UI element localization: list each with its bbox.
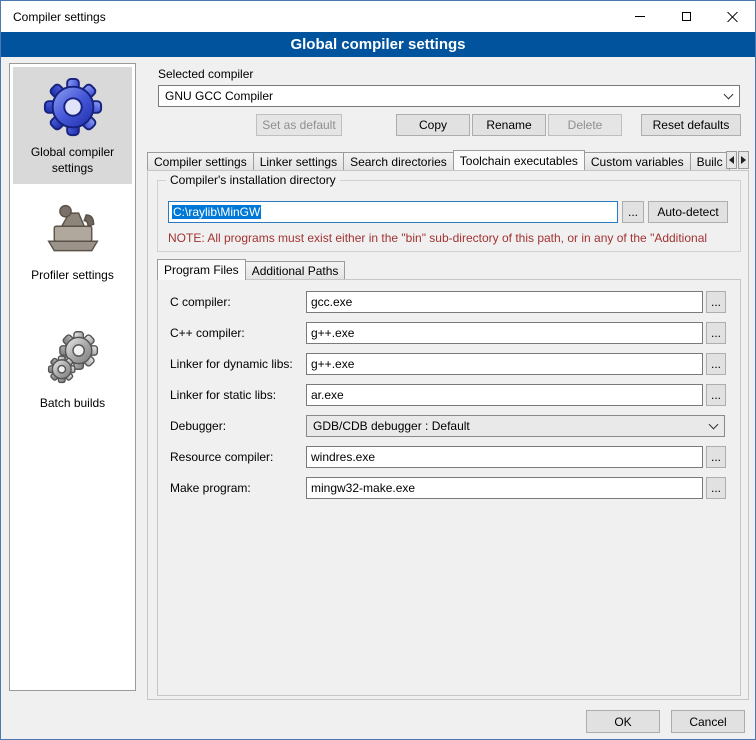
- tab-scroll-right-button[interactable]: [738, 151, 749, 169]
- delete-button: Delete: [548, 114, 622, 136]
- compiler-select-value: GNU GCC Compiler: [165, 89, 273, 103]
- compiler-select[interactable]: GNU GCC Compiler: [158, 85, 740, 107]
- reset-defaults-button[interactable]: Reset defaults: [641, 114, 741, 136]
- debugger-label: Debugger:: [170, 415, 226, 437]
- tab-custom-variables[interactable]: Custom variables: [584, 152, 691, 170]
- sidebar-item-batch-builds[interactable]: Batch builds: [13, 318, 132, 420]
- install-dir-value: C:\raylib\MinGW: [172, 205, 261, 219]
- field-row: C++ compiler: ...: [170, 322, 728, 344]
- toolchain-executables-panel: Compiler's installation directory C:\ray…: [147, 170, 749, 700]
- resource-compiler-input[interactable]: [306, 446, 703, 468]
- tab-build-options[interactable]: Builc: [690, 152, 730, 170]
- sidebar-item-profiler-settings[interactable]: Profiler settings: [13, 190, 132, 292]
- profiler-tool-icon: [41, 198, 105, 262]
- cancel-button[interactable]: Cancel: [671, 710, 745, 733]
- chevron-down-icon: [702, 416, 724, 436]
- field-row: C compiler: ...: [170, 291, 728, 313]
- resource-compiler-label: Resource compiler:: [170, 446, 273, 468]
- install-dir-input[interactable]: C:\raylib\MinGW: [168, 201, 618, 223]
- cpp-compiler-input[interactable]: [306, 322, 703, 344]
- tab-linker-settings[interactable]: Linker settings: [253, 152, 344, 170]
- install-dir-group-title: Compiler's installation directory: [166, 173, 340, 187]
- set-as-default-button: Set as default: [256, 114, 342, 136]
- field-row: Linker for dynamic libs: ...: [170, 353, 728, 375]
- close-button[interactable]: [709, 1, 755, 32]
- compiler-settings-window: Compiler settings Global compiler settin…: [0, 0, 756, 740]
- autodetect-button[interactable]: Auto-detect: [648, 201, 728, 223]
- c-compiler-input[interactable]: [306, 291, 703, 313]
- install-dir-row: C:\raylib\MinGW ... Auto-detect: [168, 201, 728, 223]
- c-compiler-label: C compiler:: [170, 291, 231, 313]
- subtab-additional-paths[interactable]: Additional Paths: [245, 261, 346, 279]
- field-row: Linker for static libs: ...: [170, 384, 728, 406]
- make-program-browse-button[interactable]: ...: [706, 477, 726, 499]
- sidebar-item-global-compiler-settings[interactable]: Global compiler settings: [13, 67, 132, 184]
- close-icon: [726, 11, 738, 23]
- tab-toolchain-executables[interactable]: Toolchain executables: [453, 150, 585, 170]
- make-program-input[interactable]: [306, 477, 703, 499]
- cpp-compiler-browse-button[interactable]: ...: [706, 322, 726, 344]
- tab-scroll-left-button[interactable]: [726, 151, 737, 169]
- copy-button[interactable]: Copy: [396, 114, 470, 136]
- subtab-strip: Program Files Additional Paths: [157, 259, 344, 279]
- maximize-icon: [682, 12, 691, 21]
- static-libs-linker-browse-button[interactable]: ...: [706, 384, 726, 406]
- subtab-program-files[interactable]: Program Files: [157, 259, 246, 280]
- tab-compiler-settings[interactable]: Compiler settings: [147, 152, 254, 170]
- sidebar-item-label: Profiler settings: [31, 268, 114, 284]
- dynamic-libs-linker-label: Linker for dynamic libs:: [170, 353, 293, 375]
- tab-strip: Compiler settings Linker settings Search…: [147, 150, 749, 170]
- dynamic-libs-linker-input[interactable]: [306, 353, 703, 375]
- field-row: Make program: ...: [170, 477, 728, 499]
- dynamic-libs-linker-browse-button[interactable]: ...: [706, 353, 726, 375]
- global-settings-gear-icon: [41, 75, 105, 139]
- titlebar[interactable]: Compiler settings: [1, 1, 755, 32]
- program-files-panel: C compiler: ... C++ compiler: ... Linker…: [157, 279, 741, 696]
- static-libs-linker-label: Linker for static libs:: [170, 384, 276, 406]
- make-program-label: Make program:: [170, 477, 251, 499]
- debugger-select-value: GDB/CDB debugger : Default: [313, 419, 470, 433]
- window-controls: [617, 1, 755, 32]
- triangle-right-icon: [741, 156, 746, 164]
- tab-scroll-buttons: [725, 151, 749, 169]
- sidebar: Global compiler settings Profiler settin…: [9, 63, 136, 691]
- minimize-icon: [635, 16, 645, 17]
- debugger-select[interactable]: GDB/CDB debugger : Default: [306, 415, 725, 437]
- dialog-header-title: Global compiler settings: [290, 36, 465, 53]
- static-libs-linker-input[interactable]: [306, 384, 703, 406]
- sidebar-item-label: Global compiler settings: [15, 145, 130, 176]
- chevron-down-icon: [717, 86, 739, 106]
- install-dir-browse-button[interactable]: ...: [622, 201, 644, 223]
- install-dir-note: NOTE: All programs must exist either in …: [168, 231, 738, 245]
- rename-button[interactable]: Rename: [472, 114, 546, 136]
- batch-builds-gears-icon: [41, 326, 105, 390]
- ok-button[interactable]: OK: [586, 710, 660, 733]
- tab-search-directories[interactable]: Search directories: [343, 152, 454, 170]
- cpp-compiler-label: C++ compiler:: [170, 322, 245, 344]
- window-title: Compiler settings: [13, 10, 106, 24]
- field-row: Resource compiler: ...: [170, 446, 728, 468]
- dialog-header: Global compiler settings: [1, 32, 755, 57]
- triangle-left-icon: [729, 156, 734, 164]
- sidebar-item-label: Batch builds: [40, 396, 105, 412]
- field-row: Debugger: GDB/CDB debugger : Default: [170, 415, 728, 437]
- selected-compiler-label: Selected compiler: [158, 67, 253, 81]
- resource-compiler-browse-button[interactable]: ...: [706, 446, 726, 468]
- maximize-button[interactable]: [663, 1, 709, 32]
- c-compiler-browse-button[interactable]: ...: [706, 291, 726, 313]
- install-dir-group: Compiler's installation directory C:\ray…: [157, 180, 741, 252]
- minimize-button[interactable]: [617, 1, 663, 32]
